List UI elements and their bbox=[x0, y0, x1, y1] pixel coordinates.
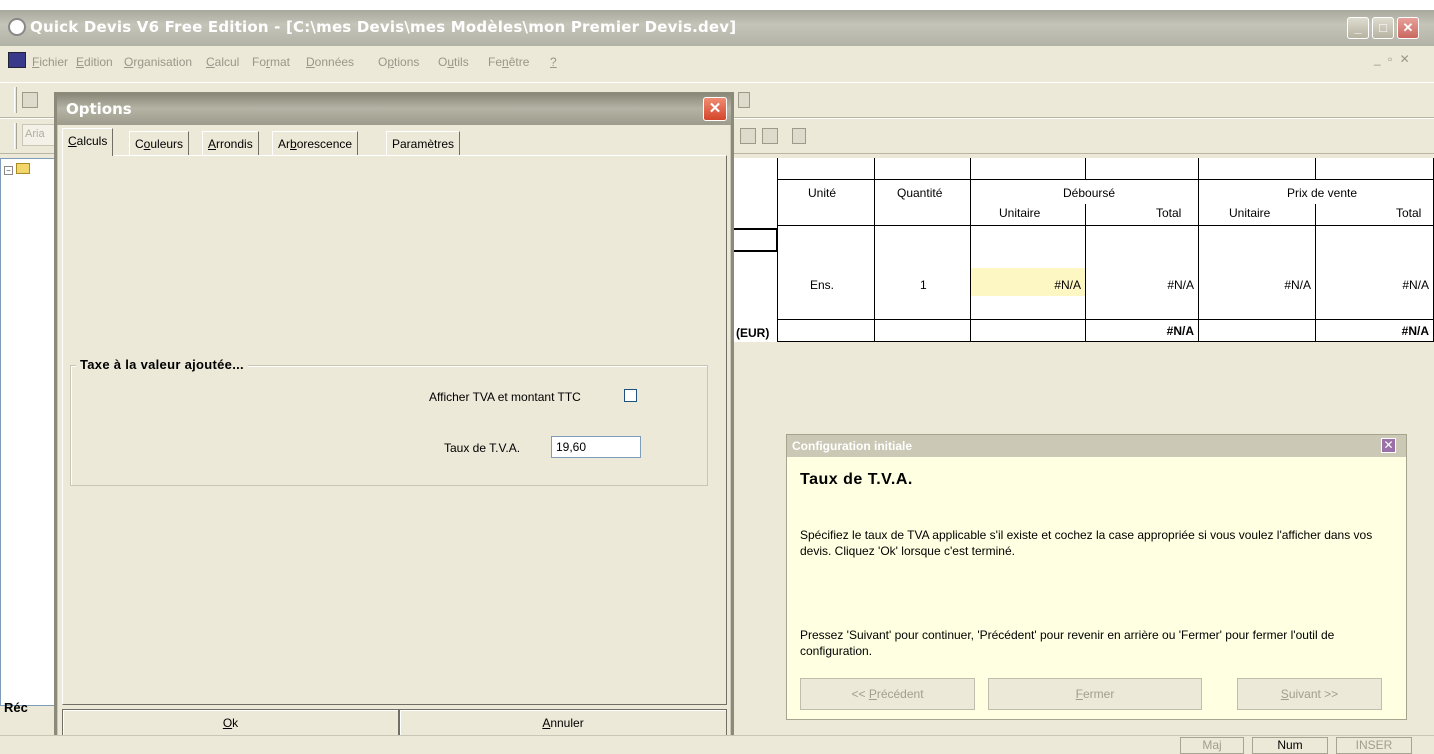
menu-edition[interactable]: Edition bbox=[76, 55, 113, 69]
config-instructions: Spécifiez le taux de TVA applicable s'il… bbox=[800, 528, 1373, 558]
options-dialog-title: Options bbox=[66, 100, 132, 118]
cell-debourse-total[interactable]: #N/A bbox=[1086, 226, 1199, 320]
grid-header-blank bbox=[1199, 158, 1316, 180]
grid-header-blank bbox=[778, 158, 875, 180]
menu-format[interactable]: Format bbox=[252, 55, 290, 69]
insert-row-icon[interactable] bbox=[740, 128, 756, 144]
tree-pane[interactable] bbox=[0, 158, 56, 706]
menu-donnees[interactable]: Données bbox=[306, 55, 354, 69]
config-navigation-help: Pressez 'Suivant' pour continuer, 'Précé… bbox=[800, 628, 1335, 658]
header-debourse-total: Total bbox=[1086, 204, 1199, 226]
window-title: Quick Devis V6 Free Edition - [C:\mes De… bbox=[30, 18, 737, 36]
mdi-window-controls[interactable]: _ ▫ ✕ bbox=[1374, 52, 1412, 66]
previous-button[interactable]: << Précédent bbox=[800, 678, 975, 710]
grid-header-blank bbox=[875, 158, 971, 180]
menu-help[interactable]: ? bbox=[550, 55, 557, 69]
total-debourse-unitaire bbox=[971, 320, 1086, 342]
app-icon bbox=[8, 18, 26, 36]
minimize-button[interactable]: _ bbox=[1347, 17, 1369, 39]
header-debourse: Déboursé bbox=[971, 180, 1199, 204]
header-prix-vente: Prix de vente bbox=[1199, 180, 1434, 204]
vat-group-title: Taxe à la valeur ajoutée... bbox=[76, 357, 248, 372]
total-pv-total: #N/A bbox=[1316, 320, 1434, 342]
tab-arrondis[interactable]: Arrondis bbox=[202, 131, 259, 155]
tab-couleurs[interactable]: Couleurs bbox=[129, 131, 190, 155]
folder-icon[interactable] bbox=[16, 163, 30, 174]
status-inser: INSER bbox=[1336, 737, 1412, 754]
header-quantite: Quantité bbox=[875, 180, 971, 226]
cell-unite[interactable]: Ens. bbox=[778, 226, 875, 320]
status-maj: Maj bbox=[1180, 737, 1244, 754]
new-document-icon[interactable] bbox=[22, 92, 38, 108]
header-debourse-unitaire: Unitaire bbox=[971, 204, 1086, 226]
cell-pv-unitaire[interactable]: #N/A bbox=[1199, 226, 1316, 320]
document-menu-icon[interactable] bbox=[8, 52, 26, 68]
cell-pv-total[interactable]: #N/A bbox=[1316, 226, 1434, 320]
menu-calcul[interactable]: Calcul bbox=[206, 55, 239, 69]
total-quantite bbox=[875, 320, 971, 342]
menu-options[interactable]: Options bbox=[378, 55, 419, 69]
vat-rate-input[interactable] bbox=[551, 436, 641, 458]
cell-debourse-unitaire[interactable]: #N/A bbox=[971, 226, 1086, 320]
grid-header-blank bbox=[1316, 158, 1434, 180]
total-debourse-total: #N/A bbox=[1086, 320, 1199, 342]
close-config-button[interactable]: Fermer bbox=[988, 678, 1202, 710]
next-button[interactable]: Suivant >> bbox=[1237, 678, 1382, 710]
menu-fenetre[interactable]: Fenêtre bbox=[488, 55, 529, 69]
menu-fichier[interactable]: Fichier bbox=[32, 55, 68, 69]
menu-organisation[interactable]: Organisation bbox=[124, 55, 192, 69]
vat-groupbox bbox=[70, 365, 708, 486]
expand-icon[interactable]: − bbox=[4, 166, 13, 175]
paint-icon[interactable] bbox=[792, 128, 806, 144]
grid-header-blank bbox=[971, 158, 1086, 180]
total-pv-unitaire bbox=[1199, 320, 1316, 342]
maximize-button[interactable]: □ bbox=[1372, 17, 1394, 39]
header-unite: Unité bbox=[778, 180, 875, 226]
status-num: Num bbox=[1252, 737, 1328, 754]
selected-cell[interactable] bbox=[734, 228, 778, 252]
menu-outils[interactable]: Outils bbox=[438, 55, 469, 69]
header-pv-unitaire: Unitaire bbox=[1199, 204, 1316, 226]
header-pv-total: Total bbox=[1316, 204, 1434, 226]
tab-parametres[interactable]: Paramètres bbox=[386, 131, 461, 155]
vat-rate-label: Taux de T.V.A. bbox=[444, 441, 521, 455]
cell-quantite[interactable]: 1 bbox=[875, 226, 971, 320]
tab-arborescence[interactable]: Arborescence bbox=[272, 131, 359, 155]
totals-currency-label: (EUR) bbox=[736, 326, 770, 340]
total-unite bbox=[778, 320, 875, 342]
toolbar-extra-icon[interactable] bbox=[738, 92, 750, 108]
estimate-grid[interactable]: Unité Quantité Déboursé Prix de vente Un… bbox=[734, 158, 1434, 342]
insert-block-icon[interactable] bbox=[762, 128, 778, 144]
toolbar-grip[interactable] bbox=[14, 87, 17, 113]
ok-button[interactable]: Ok bbox=[62, 709, 399, 738]
cancel-button[interactable]: Annuler bbox=[399, 709, 727, 738]
options-close-icon[interactable]: ✕ bbox=[703, 97, 727, 121]
grid-header-blank bbox=[1086, 158, 1199, 180]
config-heading: Taux de T.V.A. bbox=[800, 471, 913, 488]
show-vat-checkbox[interactable] bbox=[624, 389, 637, 402]
options-dialog-titlebar[interactable] bbox=[57, 95, 731, 125]
tree-tab-label[interactable]: Réc bbox=[4, 700, 28, 715]
tab-calculs[interactable]: Calculs bbox=[62, 128, 114, 156]
font-selector[interactable]: Aria bbox=[22, 124, 56, 146]
config-close-icon[interactable]: ✕ bbox=[1381, 438, 1396, 453]
config-panel-title: Configuration initiale bbox=[792, 439, 912, 453]
close-button[interactable]: ✕ bbox=[1397, 17, 1419, 39]
show-vat-label: Afficher TVA et montant TTC bbox=[429, 390, 581, 404]
toolbar-grip-2[interactable] bbox=[14, 123, 17, 149]
